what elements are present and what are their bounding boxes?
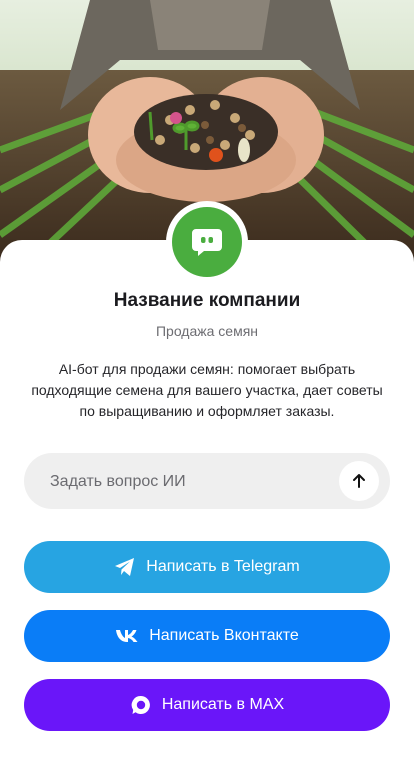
avatar-badge — [172, 207, 242, 277]
ask-ai-input[interactable] — [48, 453, 352, 511]
telegram-button-label: Написать в Telegram — [146, 558, 300, 575]
max-button-label: Написать в MAX — [161, 696, 285, 713]
avatar — [166, 201, 248, 283]
company-name: Название компании — [113, 290, 301, 311]
arrow-up-icon — [351, 473, 367, 489]
send-button[interactable] — [339, 461, 379, 501]
chat-bot-icon — [190, 225, 224, 259]
vk-button[interactable]: Написать Вконтакте — [24, 610, 390, 662]
max-button[interactable]: Написать в MAX — [24, 679, 390, 731]
company-category: Продажа семян — [155, 323, 259, 339]
telegram-icon — [114, 557, 136, 577]
max-icon — [130, 694, 152, 716]
ask-ai-field — [24, 453, 390, 511]
company-description: AI-бот для продажи семян: помогает выбра… — [31, 361, 383, 419]
vk-button-label: Написать Вконтакте — [149, 627, 299, 644]
telegram-button[interactable]: Написать в Telegram — [24, 541, 390, 593]
vk-icon — [115, 629, 139, 643]
